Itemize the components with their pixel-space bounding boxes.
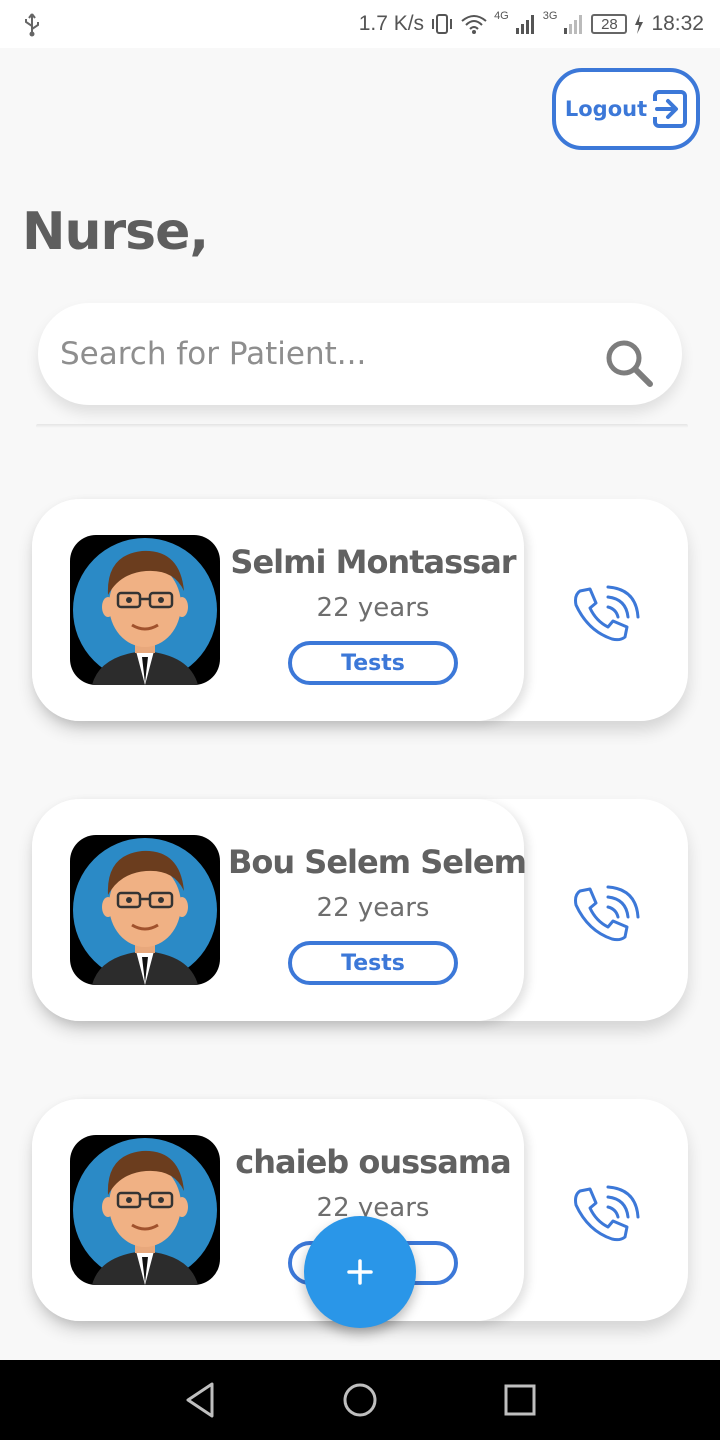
usb-icon (25, 13, 39, 37)
tests-button[interactable]: Tests (288, 941, 458, 985)
phone-call-icon[interactable] (572, 1185, 642, 1243)
add-patient-button[interactable] (304, 1216, 416, 1328)
back-icon[interactable] (180, 1380, 220, 1420)
recent-apps-icon[interactable] (502, 1382, 538, 1418)
logout-icon (653, 90, 688, 128)
home-icon[interactable] (340, 1380, 380, 1420)
patient-card[interactable]: Selmi Montassar 22 years Tests (32, 499, 688, 721)
signal-3g-icon (564, 15, 583, 34)
patient-card-info: Bou Selem Selem 22 years Tests (32, 799, 527, 1021)
signal-4g-label: 4G (494, 10, 509, 22)
search-icon[interactable] (600, 334, 656, 390)
avatar (70, 1135, 220, 1285)
patient-card-info: Selmi Montassar 22 years Tests (32, 499, 524, 721)
avatar-image (73, 838, 217, 985)
charging-icon (635, 14, 644, 34)
tests-button[interactable]: Tests (288, 641, 458, 685)
wifi-icon (461, 15, 487, 34)
logout-button[interactable]: Logout (552, 68, 700, 150)
patient-age: 22 years (316, 893, 430, 923)
avatar-image (73, 1138, 217, 1285)
status-right: 1.7 K/s 4G 3G 28 18:32 (359, 0, 704, 48)
patient-card-info: chaieb oussama 22 years Tests (32, 1099, 524, 1321)
battery-icon: 28 (591, 14, 628, 34)
network-speed: 1.7 K/s (358, 12, 425, 35)
patient-age: 22 years (316, 593, 430, 623)
phone-call-icon[interactable] (572, 585, 642, 643)
patient-card[interactable]: Bou Selem Selem 22 years Tests (32, 799, 688, 1021)
clock: 18:32 (651, 12, 704, 35)
page-title: Nurse, (22, 202, 209, 262)
avatar (70, 835, 220, 985)
phone-call-icon[interactable] (572, 885, 642, 943)
signal-3g-label: 3G (542, 10, 558, 22)
signal-icon (515, 15, 534, 34)
search-bar (38, 303, 682, 405)
patient-name: chaieb oussama (235, 1143, 511, 1181)
logout-label: Logout (564, 97, 648, 121)
search-input[interactable] (60, 331, 600, 377)
search-divider (36, 424, 688, 428)
vibrate-icon (432, 14, 453, 34)
status-bar: 1.7 K/s 4G 3G 28 18:32 (0, 0, 720, 48)
system-nav-bar (0, 1360, 720, 1440)
plus-icon (347, 1259, 373, 1285)
avatar (70, 535, 220, 685)
avatar-image (73, 538, 217, 685)
patient-name: Bou Selem Selem (228, 843, 527, 881)
patient-name: Selmi Montassar (230, 543, 516, 581)
